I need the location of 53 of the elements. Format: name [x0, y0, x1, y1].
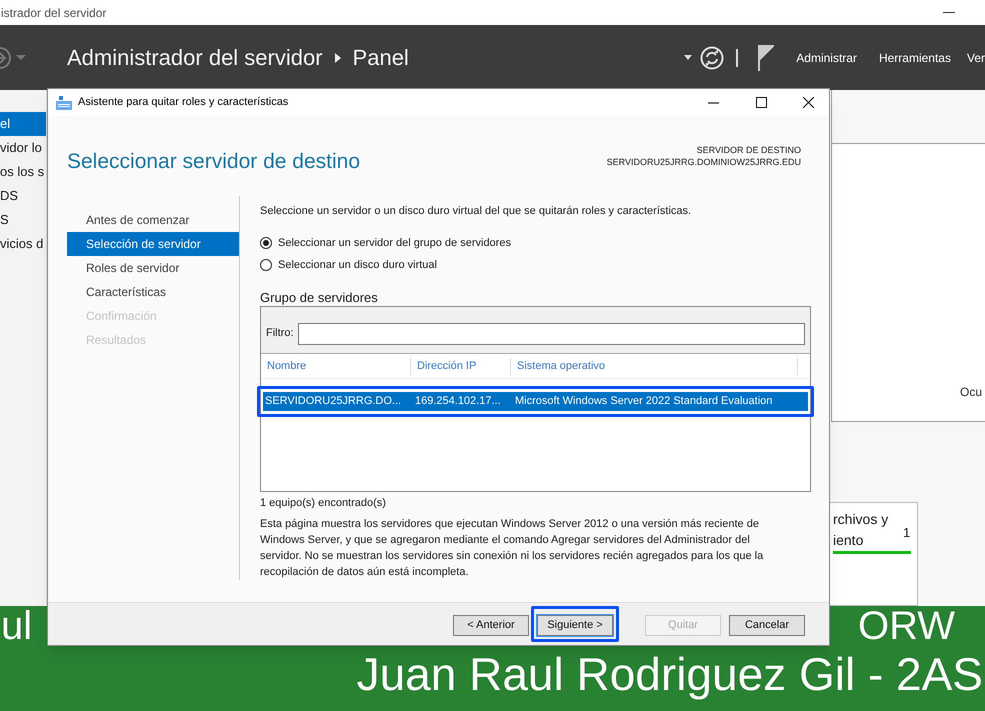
radio-option[interactable]: Seleccionar un servidor del grupo de servidores	[260, 234, 811, 251]
column-header[interactable]: Dirección IP	[411, 358, 511, 374]
destination-server: SERVIDORU25JRRG.DOMINIOW25JRRG.EDU	[606, 156, 801, 168]
found-count: 1 equipo(s) encontrado(s)	[260, 496, 387, 510]
menu-item[interactable]: Herramientas	[878, 48, 951, 66]
wizard-step[interactable]: Características	[67, 280, 239, 304]
nav-item[interactable]: vidor lo	[0, 136, 46, 160]
dialog-title: Asistente para quitar roles y características	[78, 95, 288, 110]
nav-item[interactable]: S	[0, 208, 46, 232]
close-icon[interactable]	[803, 97, 814, 108]
filter-label: Filtro:	[266, 326, 294, 342]
dialog-button[interactable]: Cancelar	[729, 614, 805, 636]
flag-icon[interactable]	[758, 44, 774, 70]
dropdown-caret-icon[interactable]	[684, 55, 692, 60]
refresh-icon[interactable]	[700, 46, 724, 70]
page-heading: Seleccionar servidor de destino	[67, 149, 360, 175]
banner-text: ul	[1, 606, 32, 646]
wizard-step[interactable]: Selección de servidor	[67, 232, 239, 256]
table-cell-text: SERVIDORU25JRRG.DO...	[264, 394, 402, 409]
description-text: Seleccione un servidor o un disco duro virtual del que se quitarán roles y características.	[260, 204, 692, 219]
destination-label: SERVIDOR DE DESTINO	[696, 144, 801, 156]
table-cell-text: 169.254.102.17...	[414, 394, 502, 409]
wizard-step[interactable]: Roles de servidor	[67, 256, 239, 280]
radio-button[interactable]	[260, 236, 272, 249]
window-title: istrador del servidor	[0, 4, 106, 22]
column-header[interactable]: Sistema operativo	[511, 358, 798, 374]
menu-item[interactable]: Ver	[966, 48, 985, 66]
wizard-step[interactable]: Antes de comenzar	[67, 208, 239, 232]
filter-field[interactable]	[298, 322, 805, 344]
page-title: Panel	[352, 44, 409, 72]
panel-text: Ocu	[960, 384, 982, 401]
radio-button[interactable]	[260, 259, 272, 272]
server-row[interactable]: SERVIDORU25JRRG.DO... 169.254.102.17... Microsoft Windows Server 2022 Standard Evaluation	[263, 392, 808, 410]
dialog-button[interactable]: Siguiente >	[537, 614, 613, 636]
breadcrumb: Administrador del servidor	[67, 44, 323, 72]
nav-item[interactable]: DS	[0, 184, 46, 208]
radio-option[interactable]: Seleccionar un disco duro virtual	[260, 257, 811, 274]
maximize-icon[interactable]	[756, 97, 767, 108]
nav-item[interactable]: os los s	[0, 160, 46, 184]
info-paragraph: Esta página muestra los servidores que ejecutan Windows Server 2012 o una versión más reciente de Windows Server, y que se agregaron mediante el comando Agregar servidores del Administrador del servidor. No se muestran los servidores sin conexión ni los servidores recién agregados para los que la recopilación de datos aún está incompleta.	[260, 517, 764, 580]
nav-item[interactable]: el	[0, 112, 46, 136]
banner-text: Juan Raul Rodriguez Gil - 2AS	[356, 648, 983, 700]
dialog-button[interactable]: < Anterior	[453, 614, 529, 636]
group-title: Grupo de servidores	[260, 290, 379, 306]
nav-item[interactable]: vicios d	[0, 232, 46, 256]
tile-label: rchivos y	[833, 510, 890, 529]
chevron-icon	[334, 52, 341, 62]
menu-item[interactable]: Administrar	[796, 48, 857, 66]
tile-count: 1	[903, 524, 910, 542]
wizard-icon	[56, 96, 72, 110]
banner-text: ORW	[858, 606, 955, 646]
column-header[interactable]: Nombre	[261, 358, 411, 374]
table-cell-text: Microsoft Windows Server 2022 Standard Evaluation	[514, 394, 774, 409]
